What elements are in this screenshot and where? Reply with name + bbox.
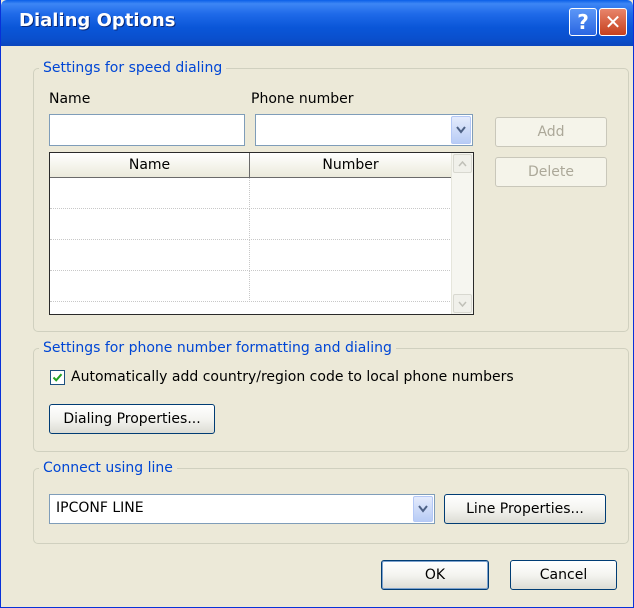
add-button[interactable]: Add [495,117,607,147]
dialing-options-dialog: Dialing Options ? ✕ Settings for speed d… [0,0,634,608]
list-item[interactable] [50,271,452,302]
speed-dialing-legend: Settings for speed dialing [43,60,223,76]
help-icon[interactable]: ? [569,8,597,36]
line-properties-button[interactable]: Line Properties... [444,494,606,524]
list-item[interactable] [50,240,452,271]
auto-country-checkbox[interactable] [50,370,65,385]
title-bar[interactable]: Dialing Options ? ✕ [1,0,633,46]
phone-number-label: Phone number [251,91,354,107]
scroll-up-icon[interactable] [453,154,472,173]
ok-button[interactable]: OK [381,560,489,590]
formatting-legend: Settings for phone number formatting and… [43,340,392,356]
chevron-down-icon[interactable] [451,116,471,144]
auto-country-label[interactable]: Automatically add country/region code to… [71,369,514,385]
delete-button[interactable]: Delete [495,157,607,187]
speed-dial-list-header: Name Number [50,153,452,178]
close-icon[interactable]: ✕ [599,8,627,36]
list-scrollbar[interactable] [451,153,473,314]
speed-dial-list[interactable]: Name Number [49,152,474,315]
scroll-down-icon[interactable] [453,294,472,313]
line-dropdown[interactable]: IPCONF LINE [49,494,435,524]
chevron-down-icon[interactable] [413,496,433,522]
column-header-number[interactable]: Number [250,153,452,177]
name-label: Name [49,91,91,107]
formatting-group: Settings for phone number formatting and… [33,340,629,452]
connect-legend: Connect using line [43,460,173,476]
cancel-button[interactable]: Cancel [510,560,617,590]
line-value: IPCONF LINE [56,500,144,516]
window-title: Dialing Options [19,10,176,31]
speed-dial-rows [50,178,452,302]
list-item[interactable] [50,178,452,209]
speed-dial-name-input[interactable] [49,114,245,146]
column-header-name[interactable]: Name [50,153,250,177]
phone-number-dropdown[interactable] [255,114,473,146]
checkmark-icon [52,373,63,382]
dialing-properties-button[interactable]: Dialing Properties... [49,404,215,434]
list-item[interactable] [50,209,452,240]
